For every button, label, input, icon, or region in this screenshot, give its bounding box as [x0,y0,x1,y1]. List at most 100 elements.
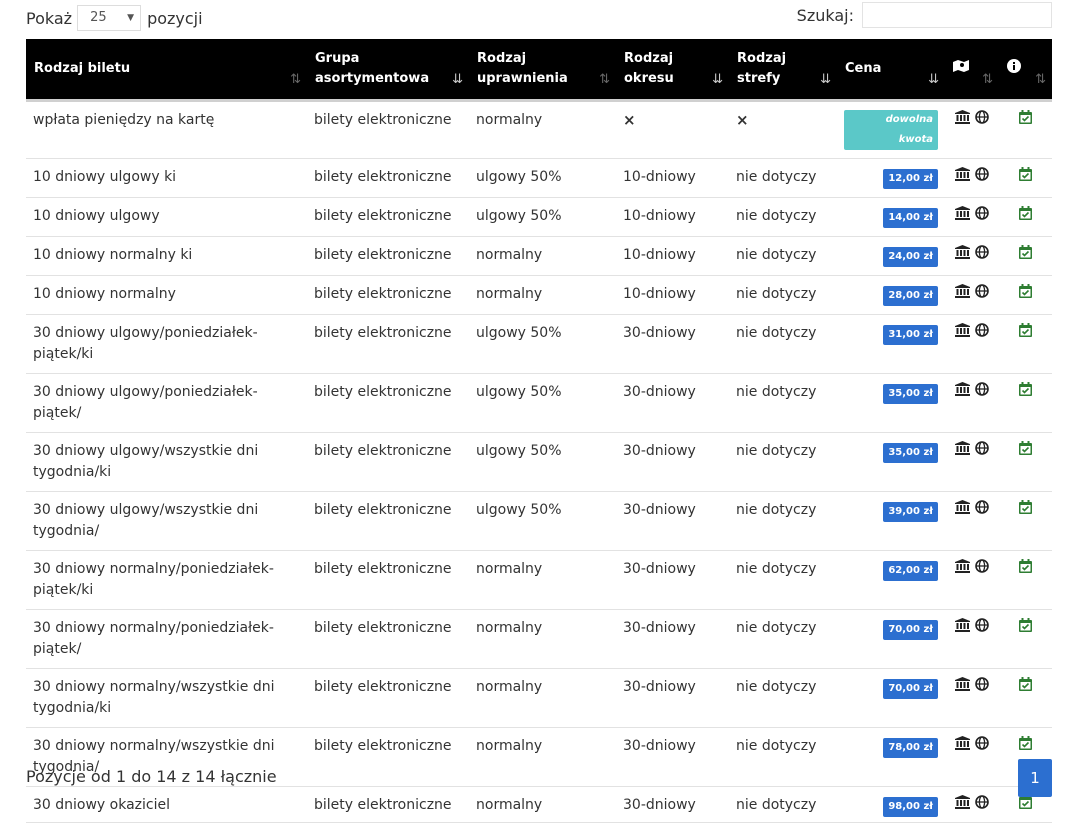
price-badge: 98,00 zł [883,797,938,817]
cell-entitlement: normalny [469,609,616,669]
pagination-page-button[interactable]: 1 [1018,759,1052,797]
calendar-check-icon[interactable] [1019,206,1032,220]
calendar-check-icon[interactable] [1019,167,1032,181]
price-badge: 31,00 zł [883,325,938,345]
cell-group: bilety elektroniczne [307,550,469,610]
bank-icon[interactable] [955,323,971,337]
globe-icon[interactable] [974,559,989,573]
page-length-select[interactable]: 25 ▼ [77,5,142,31]
bank-icon[interactable] [955,736,971,750]
calendar-check-icon[interactable] [1019,736,1032,750]
cell-entitlement: normalny [469,100,616,159]
cell-entitlement: ulgowy 50% [469,158,616,198]
bank-icon[interactable] [955,618,971,632]
bank-icon[interactable] [955,167,971,181]
cell-zone: nie dotyczy [729,197,837,237]
cell-ticket-name: 30 dniowy normalny/wszystkie dni tygodni… [26,668,307,728]
cell-calendar [999,373,1052,433]
cell-entitlement: ulgowy 50% [469,491,616,551]
price-badge: 28,00 zł [883,286,938,306]
table-row: 10 dniowy ulgowy ki bilety elektroniczne u… [26,158,1052,198]
bank-icon[interactable] [955,559,971,573]
globe-icon[interactable] [974,677,989,691]
price-badge: 78,00 zł [883,738,938,758]
globe-icon[interactable] [974,284,989,298]
search-input[interactable] [862,2,1052,28]
globe-icon[interactable] [974,167,989,181]
cell-ticket-name: 30 dniowy ulgowy/wszystkie dni tygodnia/… [26,432,307,492]
cell-calendar [999,197,1052,237]
table-header-row: Rodzaj biletu ⇅ Grupa asortymentowa ⇊ Rodz… [26,39,1052,102]
cell-ticket-name: 30 dniowy ulgowy/wszystkie dni tygodnia/ [26,491,307,551]
calendar-check-icon[interactable] [1019,245,1032,259]
calendar-check-icon[interactable] [1019,677,1032,691]
col-header-info[interactable]: ⇅ [999,39,1052,102]
price-badge: 62,00 zł [883,561,938,581]
calendar-check-icon[interactable] [1019,500,1032,514]
col-header-entitlement[interactable]: Rodzaj uprawnienia ⇅ [469,39,616,102]
sort-icon: ⇅ [599,72,610,87]
bank-icon[interactable] [955,382,971,396]
globe-icon[interactable] [974,245,989,259]
bank-icon[interactable] [955,110,971,124]
cell-entitlement: normalny [469,668,616,728]
col-header-group[interactable]: Grupa asortymentowa ⇊ [307,39,469,102]
table-controls: Pokaż 25 ▼ pozycji Szukaj: [26,0,1052,32]
cell-price: 39,00 zł [837,491,945,551]
page-length-control: Pokaż 25 ▼ pozycji [26,5,203,31]
cell-period: 10-dniowy [616,275,729,315]
bank-icon[interactable] [955,245,971,259]
globe-icon[interactable] [974,110,989,124]
cell-group: bilety elektroniczne [307,491,469,551]
bank-icon[interactable] [955,500,971,514]
globe-icon[interactable] [974,441,989,455]
globe-icon[interactable] [974,500,989,514]
col-header-price[interactable]: Cena ⇊ [837,39,945,102]
cell-period: 10-dniowy [616,236,729,276]
sort-icon: ⇊ [820,72,831,87]
cell-zone: nie dotyczy [729,727,837,787]
cell-period: 10-dniowy [616,158,729,198]
show-prefix: Pokaż [26,8,73,28]
calendar-check-icon[interactable] [1019,323,1032,337]
bank-icon[interactable] [955,795,971,809]
calendar-check-icon[interactable] [1019,110,1032,124]
col-header-zone[interactable]: Rodzaj strefy ⇊ [729,39,837,102]
bank-icon[interactable] [955,677,971,691]
col-header-name[interactable]: Rodzaj biletu ⇅ [26,39,307,102]
bank-icon[interactable] [955,206,971,220]
globe-icon[interactable] [974,382,989,396]
info-icon [1007,58,1021,73]
calendar-check-icon[interactable] [1019,441,1032,455]
globe-icon[interactable] [974,206,989,220]
col-header-map[interactable]: ⇅ [945,39,999,102]
bank-icon[interactable] [955,284,971,298]
calendar-check-icon[interactable] [1019,795,1032,809]
cell-period: 30-dniowy [616,373,729,433]
cell-period: 30-dniowy [616,609,729,669]
cell-ticket-name: 30 dniowy normalny/poniedziałek-piątek/k… [26,550,307,610]
calendar-check-icon[interactable] [1019,559,1032,573]
cell-group: bilety elektroniczne [307,197,469,237]
calendar-check-icon[interactable] [1019,382,1032,396]
cell-actions [945,550,999,610]
col-header-label: Rodzaj uprawnienia [477,51,568,86]
globe-icon[interactable] [974,795,989,809]
table-row: 30 dniowy okaziciel bilety elektroniczne n… [26,786,1052,825]
cell-period: 30-dniowy [616,668,729,728]
col-header-period[interactable]: Rodzaj okresu ⇊ [616,39,729,102]
globe-icon[interactable] [974,618,989,632]
globe-icon[interactable] [974,323,989,337]
cell-calendar [999,275,1052,315]
calendar-check-icon[interactable] [1019,618,1032,632]
cell-price: 12,00 zł [837,158,945,198]
cell-calendar [999,314,1052,374]
calendar-check-icon[interactable] [1019,284,1032,298]
cell-ticket-name: 30 dniowy ulgowy/poniedziałek-piątek/ [26,373,307,433]
table-info: Pozycje od 1 do 14 z 14 łącznie [26,767,277,786]
bank-icon[interactable] [955,441,971,455]
table-row: 30 dniowy ulgowy/wszystkie dni tygodnia/… [26,432,1052,492]
globe-icon[interactable] [974,736,989,750]
cell-ticket-name: 30 dniowy ulgowy/poniedziałek-piątek/ki [26,314,307,374]
cell-entitlement: normalny [469,550,616,610]
